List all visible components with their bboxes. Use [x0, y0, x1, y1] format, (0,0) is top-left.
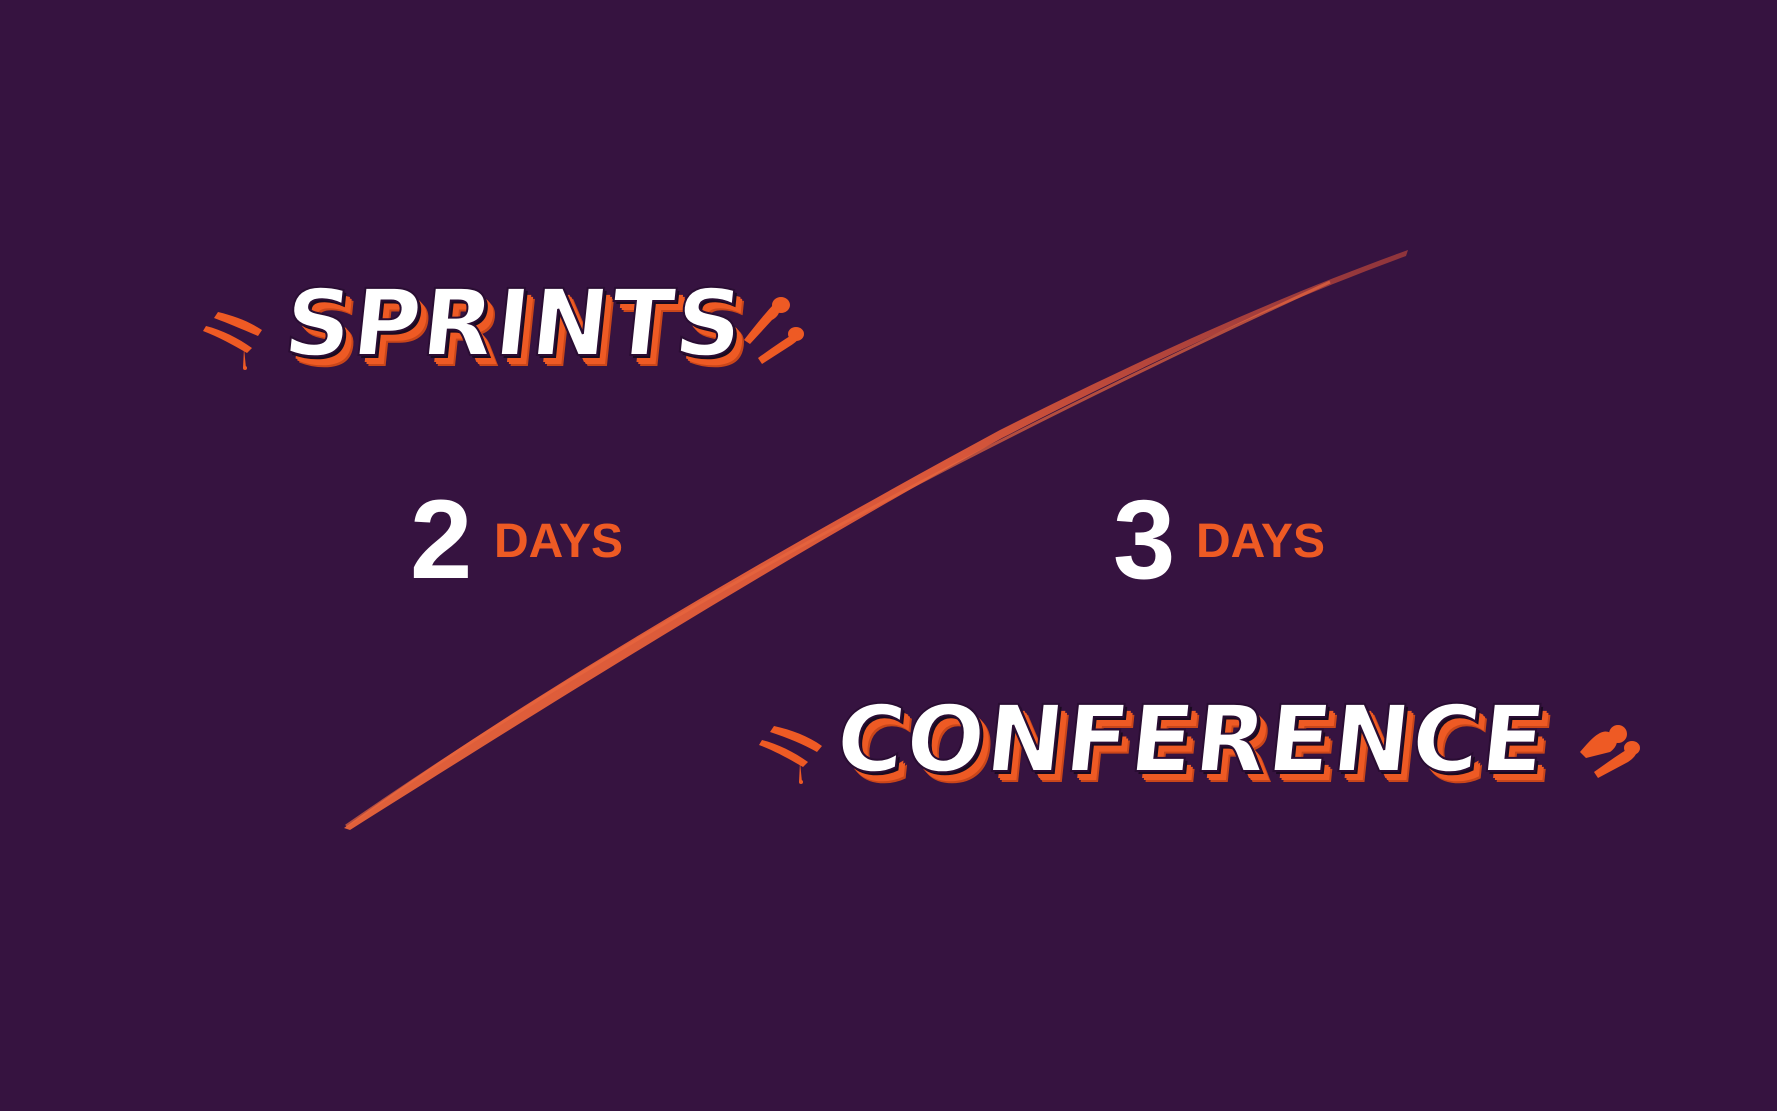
- conference-days-unit: DAYS: [1196, 515, 1325, 568]
- sprints-title: SPRINTS: [278, 269, 750, 378]
- conference-title: CONFERENCE: [830, 685, 1553, 794]
- right-splash-icon: [1580, 725, 1640, 778]
- slide-canvas: SPRINTS CONFERENCE 2 DAYS 3 DAYS: [0, 0, 1777, 1111]
- sprints-days-unit: DAYS: [494, 515, 623, 568]
- conference-days-value: 3: [1113, 477, 1176, 602]
- sprints-days-value: 2: [410, 477, 473, 602]
